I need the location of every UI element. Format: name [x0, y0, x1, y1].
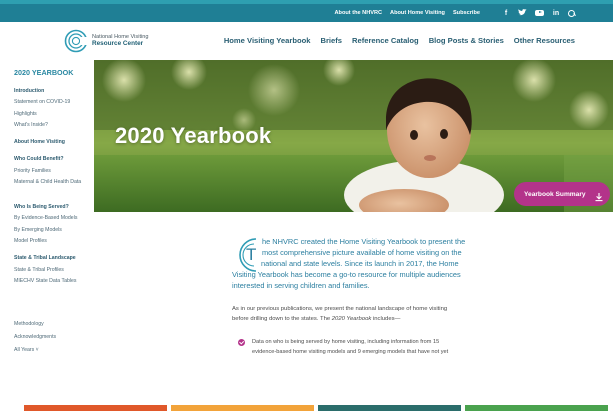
sidebar-item-highlights[interactable]: Highlights — [14, 111, 37, 118]
check-bullet-icon — [238, 339, 245, 346]
body-line: As in our previous publications, we pres… — [232, 306, 448, 312]
strip-segment-green — [465, 405, 608, 411]
logo-line-2: Resource Center — [92, 39, 144, 47]
sidebar-item-acknowledgments[interactable]: Acknowledgments — [14, 334, 56, 341]
link-subscribe[interactable]: Subscribe — [453, 10, 480, 16]
nav-reference-catalog[interactable]: Reference Catalog — [352, 36, 419, 45]
body-paragraph: As in our previous publications, we pres… — [232, 305, 490, 324]
yearbook-sidebar: 2020 YEARBOOK Introduction Statement on … — [8, 60, 94, 360]
list-item-line: evidence-based home visiting models and … — [252, 348, 449, 355]
page-title: 2020 Yearbook — [115, 123, 272, 148]
link-about-home-visiting[interactable]: About Home Visiting — [390, 10, 445, 16]
sidebar-item-introduction[interactable]: Introduction — [14, 88, 44, 95]
sidebar-item-state-tribal-landscape[interactable]: State & Tribal Landscape — [14, 255, 76, 262]
sidebar-item-whats-inside[interactable]: What's Inside? — [14, 122, 48, 129]
site-logo[interactable]: National Home Visiting Resource Center — [64, 29, 148, 53]
sidebar-item-miechv-tables[interactable]: MIECHV State Data Tables — [14, 278, 76, 285]
logo-text: National Home Visiting Resource Center — [92, 34, 148, 48]
nav-briefs[interactable]: Briefs — [320, 36, 342, 45]
sidebar-item-about-home-visiting[interactable]: About Home Visiting — [14, 139, 65, 146]
page: About the NHVRC About Home Visiting Subs… — [0, 0, 613, 411]
dropcap-letter: T — [246, 245, 257, 264]
intro-line: Visiting Yearbook has become a go-to res… — [232, 269, 461, 279]
youtube-icon[interactable] — [535, 10, 544, 16]
nav-blog-posts-stories[interactable]: Blog Posts & Stories — [429, 36, 504, 45]
list-item: Data on who is being served by home visi… — [238, 338, 490, 357]
linkedin-icon[interactable]: in — [552, 10, 560, 17]
body-text: includes— — [371, 315, 401, 322]
nav-other-resources[interactable]: Other Resources — [514, 36, 575, 45]
intro-line: interested in serving children and famil… — [232, 280, 370, 290]
strip-segment-orange — [24, 405, 167, 411]
yearbook-emphasis: 2020 Yearbook — [331, 315, 372, 322]
body-text: before drilling down to the states. The — [232, 315, 332, 322]
intro-line: he NHVRC created the Home Visiting Yearb… — [262, 237, 466, 246]
intro-paragraph: he NHVRC created the Home Visiting Yearb… — [232, 237, 488, 291]
list-item-line: Data on who is being served by home visi… — [252, 339, 440, 345]
utility-bar: About the NHVRC About Home Visiting Subs… — [0, 4, 613, 22]
main-nav: Home Visiting Yearbook Briefs Reference … — [224, 36, 575, 45]
strip-segment-teal — [318, 405, 461, 411]
sidebar-item-all-years[interactable]: All Years ˅ — [14, 347, 39, 354]
intro-line: most comprehensive picture available of … — [262, 247, 462, 257]
sidebar-title[interactable]: 2020 YEARBOOK — [14, 68, 73, 77]
link-about-nhvrc[interactable]: About the NHVRC — [335, 10, 383, 16]
search-icon[interactable] — [568, 9, 575, 17]
sidebar-item-priority-families[interactable]: Priority Families — [14, 168, 51, 175]
sidebar-item-who-could-benefit[interactable]: Who Could Benefit? — [14, 156, 64, 163]
sidebar-item-emerging-models[interactable]: By Emerging Models — [14, 227, 62, 234]
sidebar-item-evidence-based-models[interactable]: By Evidence-Based Models — [14, 215, 77, 222]
list-item-text: Data on who is being served by home visi… — [252, 338, 490, 357]
yearbook-summary-label: Yearbook Summary — [524, 190, 586, 198]
sidebar-item-methodology[interactable]: Methodology — [14, 321, 44, 328]
site-header: National Home Visiting Resource Center H… — [0, 22, 613, 60]
sidebar-item-who-is-being-served[interactable]: Who Is Being Served? — [14, 204, 69, 211]
sidebar-item-maternal-child-health[interactable]: Maternal & Child Health Data — [14, 179, 90, 186]
body-line: before drilling down to the states. The … — [232, 315, 490, 325]
logo-mark-icon — [64, 29, 88, 53]
strip-spacer — [0, 405, 20, 411]
download-icon — [594, 189, 604, 202]
strip-segment-yellow — [171, 405, 314, 411]
intro-line: national and state levels. Since its lau… — [261, 258, 459, 268]
sidebar-item-statement-covid[interactable]: Statement on COVID-19 — [14, 99, 70, 106]
footer-color-strip — [0, 405, 613, 411]
twitter-icon[interactable] — [518, 8, 527, 18]
yearbook-summary-button[interactable]: Yearbook Summary — [514, 182, 610, 206]
sidebar-item-model-profiles[interactable]: Model Profiles — [14, 238, 47, 245]
sidebar-item-state-tribal-profiles[interactable]: State & Tribal Profiles — [14, 267, 64, 274]
facebook-icon[interactable]: f — [502, 10, 510, 17]
nav-home-visiting-yearbook[interactable]: Home Visiting Yearbook — [224, 36, 311, 45]
